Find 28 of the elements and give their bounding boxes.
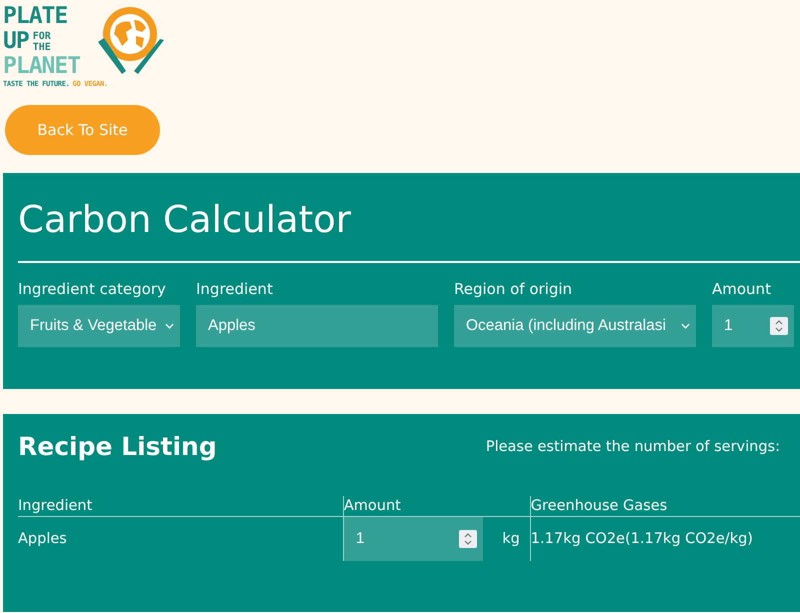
logo-text: UP: [3, 29, 29, 54]
table-cell: 1.17kg CO2e(1.17kg CO2e/kg): [530, 531, 753, 547]
column-header: Amount: [344, 498, 401, 514]
field-label: Ingredient: [196, 280, 274, 298]
chevron-down-icon: [165, 323, 174, 329]
column-header: Greenhouse Gases: [530, 498, 668, 514]
recipe-title: Recipe Listing: [18, 432, 217, 461]
spinner-icon[interactable]: [458, 530, 477, 548]
field-label: Region of origin: [454, 280, 574, 298]
servings-prompt: Please estimate the number of servings:: [486, 438, 780, 454]
field-label: Ingredient category: [18, 280, 167, 298]
logo-text: THE: [32, 42, 51, 52]
number-field[interactable]: 1: [712, 305, 794, 347]
column-header: Ingredient: [18, 498, 92, 514]
logo-text: PLATE: [3, 4, 68, 29]
text-field[interactable]: Apples: [196, 305, 438, 347]
back-button[interactable]: Back To Site: [5, 105, 160, 155]
number-field[interactable]: 1: [344, 517, 483, 561]
select-field[interactable]: Fruits & Vegetable: [18, 305, 180, 347]
chevron-down-icon: [681, 323, 690, 329]
field-label: Amount: [712, 280, 772, 298]
logo-text: FOR: [32, 30, 51, 42]
table-cell: Apples: [18, 531, 67, 547]
select-field[interactable]: Oceania (including Australasi: [454, 305, 696, 347]
logo-text: PLANET: [3, 54, 82, 79]
calculator-title: Carbon Calculator: [18, 173, 800, 263]
spinner-icon[interactable]: [770, 317, 788, 335]
unit-label: kg: [502, 531, 520, 547]
